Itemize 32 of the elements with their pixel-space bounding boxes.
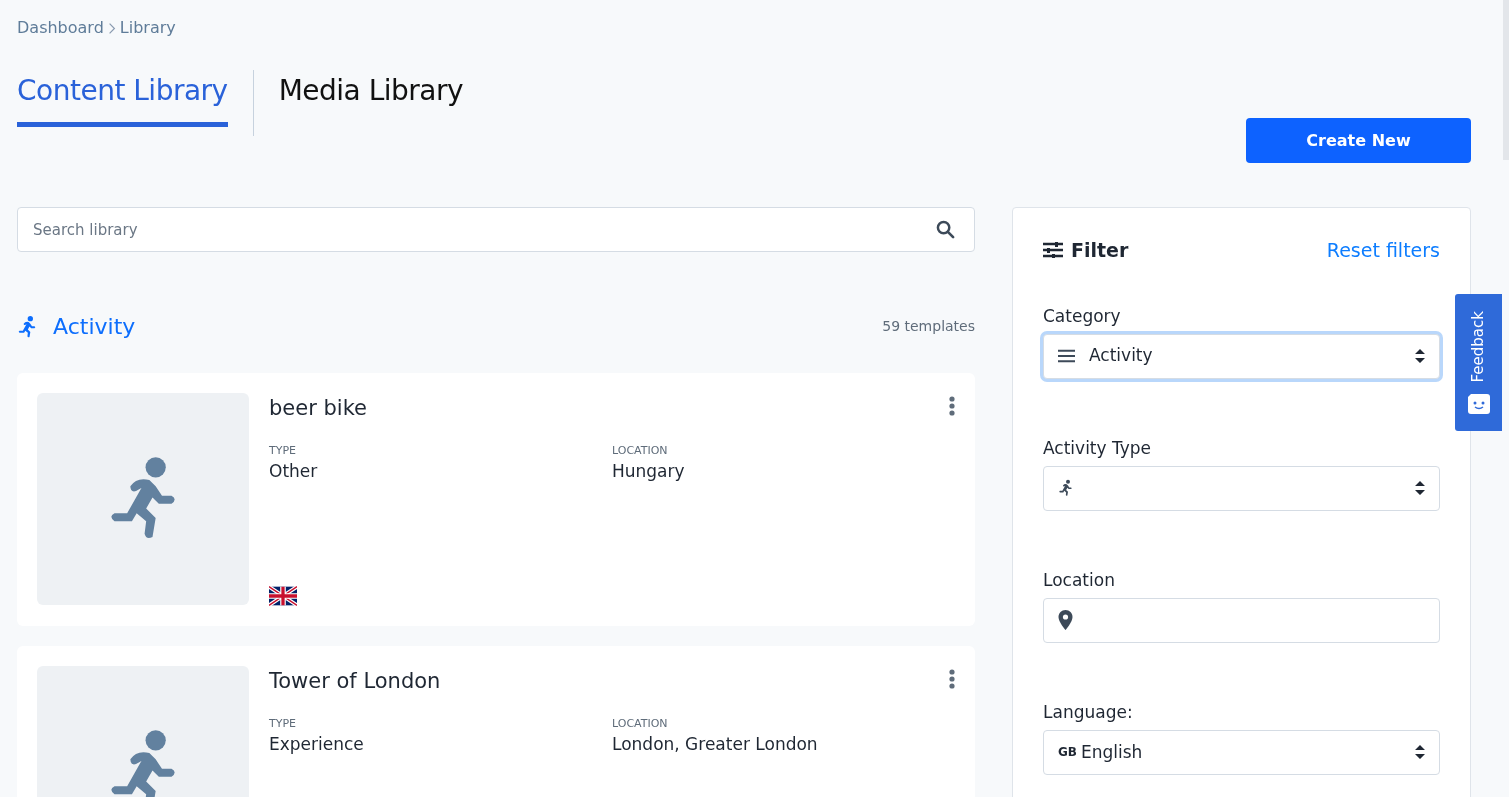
location-label: LOCATION [612, 715, 669, 732]
field-label: Activity Type [1043, 436, 1153, 459]
language-code: GB [1058, 744, 1077, 762]
create-new-button[interactable]: Create New [1246, 118, 1471, 163]
type-value: Experience [269, 733, 365, 756]
type-label: TYPE [269, 715, 298, 732]
template-title: Tower of London [269, 668, 441, 695]
breadcrumb-link[interactable]: Library [119, 16, 176, 40]
type-value: Other [269, 460, 319, 483]
select-field[interactable]: GB English [1043, 729, 1440, 775]
section-title: Activity [53, 313, 136, 341]
field-label: Location [1043, 568, 1116, 591]
filter-title: Filter [1071, 238, 1129, 263]
location-label: LOCATION [612, 442, 669, 459]
location-value: London, Greater London [612, 733, 819, 756]
template-count: 59 templates [882, 317, 975, 336]
field-label: Category [1043, 304, 1122, 327]
location-value: Hungary [612, 460, 686, 483]
search-field[interactable]: Search library [17, 207, 975, 252]
reset-filters-link[interactable]: Reset filters [1326, 236, 1440, 265]
select-value: Activity [1089, 344, 1153, 368]
template-title: beer bike [269, 395, 367, 422]
breadcrumb-link[interactable]: Dashboard [17, 16, 104, 40]
feedback-tab[interactable]: Feedback [1455, 294, 1502, 431]
field-label: Language: [1043, 700, 1134, 723]
tab[interactable]: Media Library [278, 70, 464, 127]
tab[interactable]: Content Library [17, 70, 228, 127]
type-label: TYPE [269, 442, 298, 459]
select-value: English [1081, 740, 1143, 764]
select-field[interactable]: Activity [1043, 333, 1440, 379]
template-card[interactable]: Tower of London TYPE Experience LOCATION London, Greater London [17, 646, 975, 797]
template-card[interactable]: beer bike TYPE Other LOCATION Hungary [17, 373, 975, 626]
